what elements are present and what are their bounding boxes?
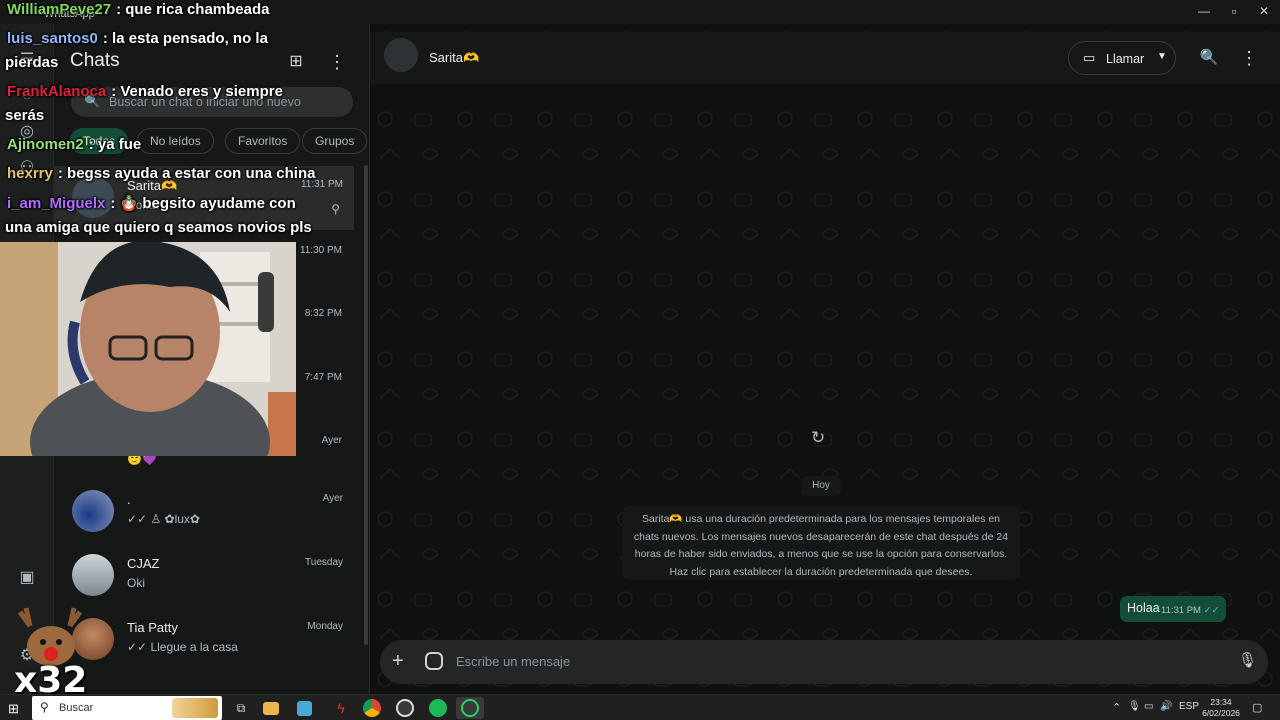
avatar <box>72 554 114 596</box>
file-explorer-icon[interactable] <box>263 702 279 715</box>
message-composer: + Escribe un mensaje 🎙 <box>380 640 1268 684</box>
close-button[interactable]: ✕ <box>1247 0 1280 22</box>
chat-preview: ✓✓ ♙ ✿lux✿ <box>127 512 200 526</box>
mic-icon[interactable]: 🎙 <box>1238 651 1257 669</box>
chat-list-scrollbar[interactable] <box>364 165 368 645</box>
pin-icon: ⚲ <box>331 202 340 216</box>
windows-taskbar: ⊞ ⚲ Buscar ⧉ ϟ ⌃ 🎙 ▭ 🔊 ESP 23:34 6/02/20… <box>0 694 1280 720</box>
taskbar-search[interactable]: ⚲ Buscar <box>32 696 222 720</box>
outgoing-message[interactable]: Holaa 11:31 PM ✓✓ <box>1120 596 1226 622</box>
spotify-icon[interactable] <box>429 699 447 717</box>
mic-tray-icon[interactable]: 🎙 <box>1128 701 1141 712</box>
webcam-overlay <box>0 242 296 456</box>
taskbar-search-label: Buscar <box>59 702 94 714</box>
read-ticks-icon: ✓✓ <box>1203 605 1220 616</box>
stream-chat-line: una amiga que quiero q seamos novios pls <box>5 219 312 236</box>
stream-chat-line: serás <box>5 107 45 124</box>
new-chat-icon[interactable]: ⊞ <box>282 48 310 76</box>
search-icon: ⚲ <box>40 700 49 714</box>
wallpaper-pattern <box>370 24 1280 694</box>
stream-chat-line: luis_santos0: la esta pensado, no la <box>7 30 268 47</box>
chat-item-tia-patty[interactable]: Tia Patty ✓✓ Llegue a la casa Monday <box>54 608 354 672</box>
contact-name[interactable]: Sarita🫶 <box>429 50 479 66</box>
chat-item-dot[interactable]: . ✓✓ ♙ ✿lux✿ Ayer <box>54 480 354 544</box>
stream-chat-line: FrankAlanoca: Venado eres y siempre <box>7 83 283 100</box>
chat-time: Monday <box>307 621 343 632</box>
windows-start-icon[interactable]: ⊞ <box>8 701 19 717</box>
filter-grupos[interactable]: Grupos <box>302 128 368 154</box>
chat-time: 11:30 PM <box>299 245 342 256</box>
call-label: Llamar <box>1106 52 1145 66</box>
whatsapp-icon[interactable] <box>456 697 484 719</box>
chat-name: CJAZ <box>127 556 160 571</box>
chats-title: Chats <box>70 50 120 71</box>
notification-icon[interactable]: ▢ <box>1252 701 1262 714</box>
chat-time: Ayer <box>321 435 342 446</box>
contact-avatar[interactable] <box>384 38 418 72</box>
stream-chat-line: i_am_Miguelx: 🪆 begsito ayudame con <box>7 195 296 212</box>
stream-chat-line: pierdas <box>5 54 59 71</box>
chat-time: Tuesday <box>305 557 343 568</box>
reload-icon[interactable]: ↻ <box>811 428 825 448</box>
chat-time: 7:47 PM <box>304 372 342 383</box>
chat-item-cjaz[interactable]: CJAZ Oki Tuesday <box>54 544 354 608</box>
stream-chat-line: hexrry: begss ayuda a estar con una chin… <box>7 165 316 182</box>
disappearing-messages-notice[interactable]: Sarita🫶 usa una duración predeterminada … <box>622 506 1020 580</box>
obs-icon[interactable] <box>396 699 414 717</box>
chat-time: 8:32 PM <box>304 308 342 319</box>
conversation-panel: Sarita🫶 ▭ Llamar ▼ 🔍 ⋮ ↻ Hoy Sarita🫶 usa… <box>370 24 1280 694</box>
network-icon[interactable]: ▭ <box>1144 701 1153 712</box>
minimize-button[interactable]: — <box>1187 0 1221 22</box>
chrome-icon[interactable] <box>363 699 381 717</box>
message-time: 11:31 PM ✓✓ <box>1161 605 1220 616</box>
menu-icon[interactable]: ⋮ <box>1237 46 1261 70</box>
avatar <box>72 490 114 532</box>
webcam-image <box>0 242 296 456</box>
day-divider: Hoy <box>801 476 841 496</box>
whatsapp-window: WhatsApp — ▫ ✕ ☰ ◌ ◎ ⚇ ▣ ⚙ Chats ⊞ ⋮ 🔍 B… <box>0 0 1280 701</box>
filter-favoritos[interactable]: Favoritos <box>225 128 301 154</box>
notepad-icon[interactable] <box>297 701 312 716</box>
search-highlight-image <box>172 698 218 718</box>
chat-preview: Oki <box>127 576 145 590</box>
attach-plus-icon[interactable]: + <box>392 650 404 672</box>
chat-time: Ayer <box>322 493 343 504</box>
search-icon[interactable]: 🔍 <box>1197 46 1221 70</box>
message-input[interactable]: Escribe un mensaje <box>456 654 570 669</box>
call-button[interactable]: ▭ Llamar ▼ <box>1068 41 1176 75</box>
chevron-down-icon: ▼ <box>1157 51 1167 62</box>
tray-chevron-icon[interactable]: ⌃ <box>1112 701 1121 714</box>
volume-icon[interactable]: 🔊 <box>1160 701 1172 712</box>
app-red-icon[interactable]: ϟ <box>330 698 352 718</box>
chat-name: Tia Patty <box>127 620 178 635</box>
message-text: Holaa <box>1127 601 1160 615</box>
media-icon[interactable]: ▣ <box>15 566 39 590</box>
menu-icon[interactable]: ⋮ <box>323 48 351 76</box>
taskbar-clock[interactable]: 23:34 6/02/2026 <box>1198 697 1244 719</box>
clock-time: 23:34 <box>1210 697 1232 707</box>
chat-name: . <box>127 492 131 507</box>
chat-preview: ✓✓ Llegue a la casa <box>127 640 238 654</box>
stream-chat-line: WilliamPeve27: que rica chambeada <box>7 1 270 18</box>
task-view-icon[interactable]: ⧉ <box>230 698 252 718</box>
video-icon: ▭ <box>1083 50 1096 65</box>
conversation-header: Sarita🫶 ▭ Llamar ▼ 🔍 ⋮ <box>370 32 1280 84</box>
maximize-button[interactable]: ▫ <box>1217 0 1251 22</box>
language-indicator[interactable]: ESP <box>1179 701 1199 712</box>
stream-chat-line: Ajinomen2: ya fue <box>7 136 142 153</box>
filter-no-leidos[interactable]: No leídos <box>137 128 214 154</box>
sticker-icon[interactable] <box>425 652 443 670</box>
clock-date: 6/02/2026 <box>1202 708 1240 718</box>
